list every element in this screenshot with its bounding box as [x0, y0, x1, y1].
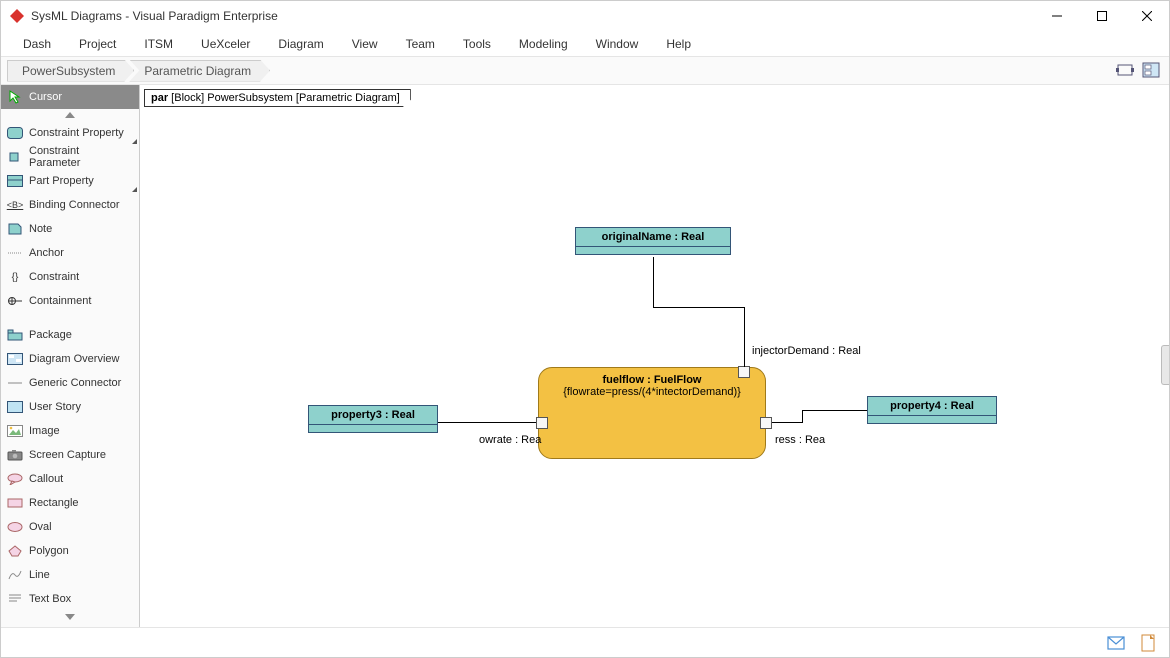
containment-icon [7, 294, 23, 308]
palette-oval[interactable]: Oval [1, 515, 139, 539]
menu-diagram[interactable]: Diagram [264, 33, 337, 55]
menu-window[interactable]: Window [582, 33, 653, 55]
camera-icon [7, 448, 23, 462]
connector [744, 307, 745, 367]
menu-bar: Dash Project ITSM UeXceler Diagram View … [1, 31, 1169, 57]
palette-scroll-down[interactable] [1, 611, 139, 623]
palette-screen-capture[interactable]: Screen Capture [1, 443, 139, 467]
palette-cursor[interactable]: Cursor [1, 85, 139, 109]
palette-line[interactable]: Line [1, 563, 139, 587]
menu-dash[interactable]: Dash [9, 33, 65, 55]
palette-scroll-up[interactable] [1, 109, 139, 121]
constraint-fuelflow[interactable]: fuelflow : FuelFlow {flowrate=press/(4*i… [538, 367, 766, 459]
label-injector-demand: injectorDemand : Real [752, 345, 861, 357]
connector [438, 422, 536, 423]
menu-project[interactable]: Project [65, 33, 130, 55]
mail-icon[interactable] [1107, 634, 1125, 652]
palette-rectangle[interactable]: Rectangle [1, 491, 139, 515]
minimize-button[interactable] [1034, 1, 1079, 31]
page-icon[interactable] [1139, 634, 1157, 652]
breadcrumb-item[interactable]: Parametric Diagram [129, 60, 270, 82]
block-property3[interactable]: property3 : Real [308, 405, 438, 433]
palette-constraint[interactable]: {}Constraint [1, 265, 139, 289]
title-bar: SysML Diagrams - Visual Paradigm Enterpr… [1, 1, 1169, 31]
polygon-icon [7, 544, 23, 558]
breadcrumb-item[interactable]: PowerSubsystem [7, 60, 134, 82]
block-property4[interactable]: property4 : Real [867, 396, 997, 424]
image-icon [7, 424, 23, 438]
constraint-property-icon [7, 126, 23, 140]
connector [653, 257, 654, 307]
window-controls [1034, 1, 1169, 31]
workspace: Cursor Constraint Property Constraint Pa… [1, 85, 1169, 627]
diagram-canvas[interactable]: par [Block] PowerSubsystem [Parametric D… [140, 85, 1169, 627]
switch-diagram-icon[interactable] [1115, 60, 1135, 80]
window-title: SysML Diagrams - Visual Paradigm Enterpr… [31, 9, 1034, 23]
callout-icon [7, 472, 23, 486]
menu-uexceler[interactable]: UeXceler [187, 33, 264, 55]
port-press[interactable] [760, 417, 772, 429]
user-story-icon [7, 400, 23, 414]
overview-icon [7, 352, 23, 366]
palette-binding-connector[interactable]: <B>Binding Connector [1, 193, 139, 217]
status-bar [1, 627, 1169, 657]
menu-help[interactable]: Help [652, 33, 705, 55]
menu-view[interactable]: View [338, 33, 392, 55]
palette-note[interactable]: Note [1, 217, 139, 241]
binding-connector-icon: <B> [7, 198, 23, 212]
connector [802, 410, 867, 411]
app-icon [9, 8, 25, 24]
menu-itsm[interactable]: ITSM [130, 33, 187, 55]
connector [772, 422, 802, 423]
line-icon [7, 568, 23, 582]
part-property-icon [7, 174, 23, 188]
note-icon [7, 222, 23, 236]
tool-palette: Cursor Constraint Property Constraint Pa… [1, 85, 140, 627]
diagram-frame-label: par [Block] PowerSubsystem [Parametric D… [144, 89, 411, 107]
diagram-list-icon[interactable] [1141, 60, 1161, 80]
menu-modeling[interactable]: Modeling [505, 33, 582, 55]
palette-constraint-property[interactable]: Constraint Property [1, 121, 139, 145]
menu-tools[interactable]: Tools [449, 33, 505, 55]
port-flowrate[interactable] [536, 417, 548, 429]
palette-constraint-parameter[interactable]: Constraint Parameter [1, 145, 139, 169]
palette-callout[interactable]: Callout [1, 467, 139, 491]
constraint-parameter-icon [7, 150, 23, 164]
package-icon [7, 328, 23, 342]
text-icon [7, 592, 23, 606]
menu-team[interactable]: Team [392, 33, 449, 55]
oval-icon [7, 520, 23, 534]
connector [653, 307, 744, 308]
label-flowrate: owrate : Rea [479, 434, 541, 446]
constraint-icon: {} [7, 270, 23, 284]
palette-generic-connector[interactable]: Generic Connector [1, 371, 139, 395]
breadcrumb-row: PowerSubsystem Parametric Diagram [1, 57, 1169, 85]
cursor-icon [7, 90, 23, 104]
close-button[interactable] [1124, 1, 1169, 31]
connector [802, 410, 803, 423]
palette-text-box[interactable]: Text Box [1, 587, 139, 611]
palette-diagram-overview[interactable]: Diagram Overview [1, 347, 139, 371]
port-injector-demand[interactable] [738, 366, 750, 378]
palette-package[interactable]: Package [1, 323, 139, 347]
rectangle-icon [7, 496, 23, 510]
side-panel-handle[interactable] [1161, 345, 1169, 385]
palette-user-story[interactable]: User Story [1, 395, 139, 419]
palette-containment[interactable]: Containment [1, 289, 139, 313]
palette-image[interactable]: Image [1, 419, 139, 443]
block-originalname[interactable]: originalName : Real [575, 227, 731, 255]
palette-anchor[interactable]: Anchor [1, 241, 139, 265]
generic-connector-icon [7, 376, 23, 390]
anchor-icon [7, 246, 23, 260]
label-press: ress : Rea [775, 434, 825, 446]
palette-part-property[interactable]: Part Property [1, 169, 139, 193]
palette-polygon[interactable]: Polygon [1, 539, 139, 563]
maximize-button[interactable] [1079, 1, 1124, 31]
